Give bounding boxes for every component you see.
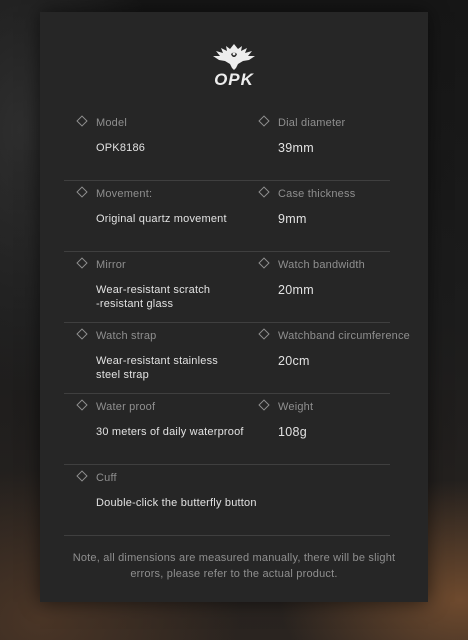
spec-row: Movement: Original quartz movement Case … — [64, 180, 390, 252]
spec-row: Mirror Wear-resistant scratch -resistant… — [64, 251, 390, 323]
diamond-icon — [76, 470, 88, 482]
diamond-icon — [76, 328, 88, 340]
eagle-emblem-icon: OPK — [213, 44, 255, 86]
spec-value: 108g — [278, 425, 308, 439]
spec-value: Double-click the butterfly button — [96, 497, 257, 509]
spec-row: Water proof 30 meters of daily waterproo… — [64, 393, 390, 465]
diamond-icon — [258, 399, 270, 411]
spec-value-line: Wear-resistant scratch — [96, 284, 211, 296]
diamond-icon — [76, 257, 88, 269]
spec-value: 20mm — [278, 283, 314, 297]
diamond-icon — [258, 328, 270, 340]
diamond-icon — [258, 186, 270, 198]
diamond-icon — [76, 186, 88, 198]
spec-label: Weight — [278, 401, 314, 413]
spec-label: Cuff — [96, 472, 117, 484]
spec-label: Water proof — [96, 401, 156, 413]
spec-value-line: steel strap — [96, 369, 149, 381]
spec-label: Case thickness — [278, 188, 356, 200]
logo-text: OPK — [214, 70, 255, 86]
diamond-icon — [258, 115, 270, 127]
spec-value: Wear-resistant stainless steel strap — [96, 354, 218, 382]
spec-label: Watch bandwidth — [278, 259, 365, 271]
spec-label: Movement: — [96, 188, 153, 200]
spec-value: 9mm — [278, 212, 307, 226]
spec-label: Watch strap — [96, 330, 157, 342]
spec-label: Model — [96, 117, 127, 129]
diamond-icon — [76, 399, 88, 411]
spec-label: Mirror — [96, 259, 126, 271]
spec-row: Cuff Double-click the butterfly button — [64, 464, 390, 536]
spec-value: 39mm — [278, 141, 314, 155]
spec-value: 30 meters of daily waterproof — [96, 426, 244, 438]
note-line: errors, please refer to the actual produ… — [130, 568, 338, 580]
spec-label: Watchband circumference — [278, 330, 410, 342]
spec-value-line: -resistant glass — [96, 298, 174, 310]
spec-row: Watch strap Wear-resistant stainless ste… — [64, 322, 410, 394]
diamond-icon — [258, 257, 270, 269]
spec-label: Dial diameter — [278, 117, 346, 129]
note-line: Note, all dimensions are measured manual… — [72, 552, 396, 564]
spec-card: OPK Model OPK8186 Dial diameter 39mm Mov… — [40, 12, 428, 602]
measurement-note: Note, all dimensions are measured manual… — [54, 550, 414, 582]
spec-value: Wear-resistant scratch -resistant glass — [96, 283, 210, 311]
spec-value: OPK8186 — [96, 142, 146, 154]
spec-value: Original quartz movement — [96, 213, 227, 225]
spec-value-line: Wear-resistant stainless — [96, 355, 218, 367]
spec-row: Model OPK8186 Dial diameter 39mm — [64, 109, 390, 181]
spec-value: 20cm — [278, 354, 310, 368]
diamond-icon — [76, 115, 88, 127]
